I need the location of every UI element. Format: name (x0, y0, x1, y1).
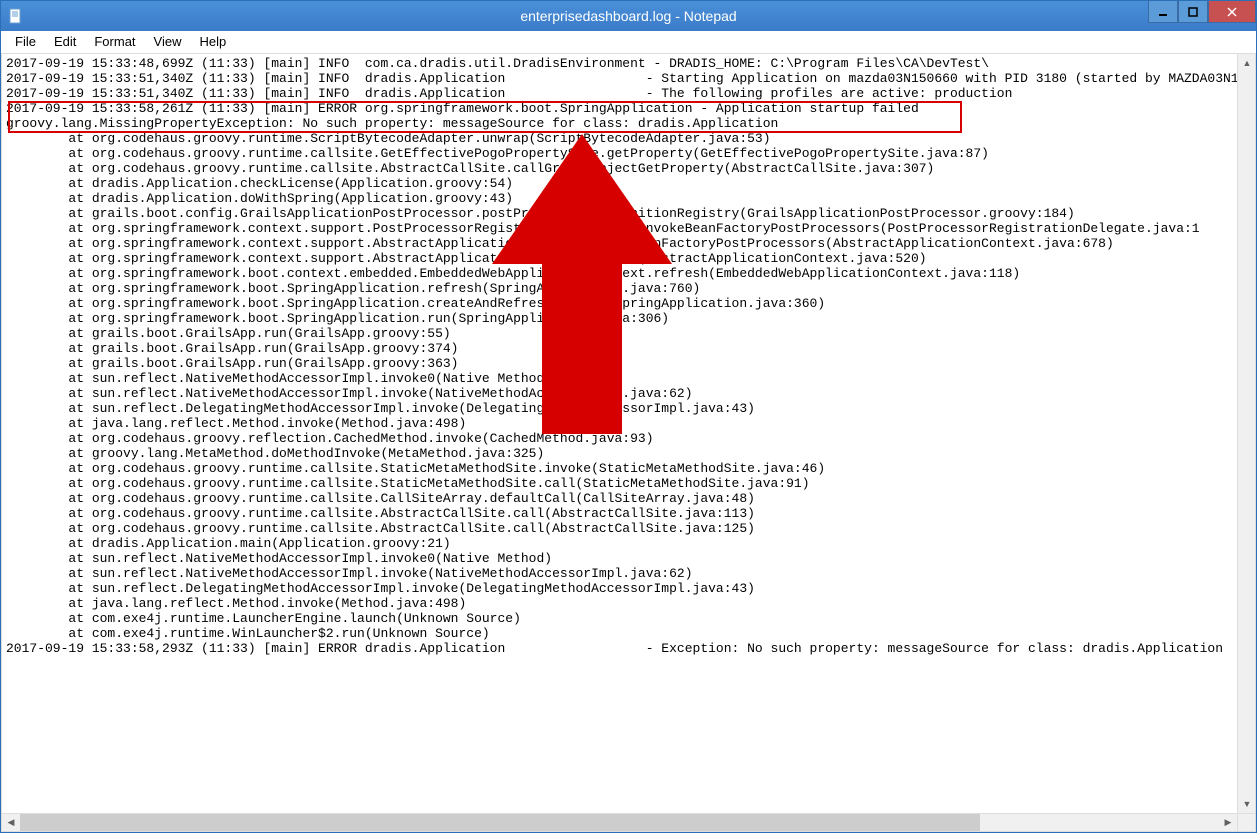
title-bar[interactable]: enterprisedashboard.log - Notepad (1, 1, 1256, 31)
vertical-scrollbar[interactable]: ▲ ▼ (1237, 54, 1255, 813)
scrollbar-corner (1237, 813, 1255, 831)
menu-file[interactable]: File (7, 32, 44, 51)
menu-view[interactable]: View (146, 32, 190, 51)
app-icon (7, 7, 25, 25)
window-title: enterprisedashboard.log - Notepad (520, 8, 736, 24)
minimize-button[interactable] (1148, 1, 1178, 23)
scroll-up-button[interactable]: ▲ (1238, 54, 1256, 72)
menu-format[interactable]: Format (86, 32, 143, 51)
scroll-left-button[interactable]: ◀ (2, 814, 20, 832)
close-button[interactable] (1208, 1, 1256, 23)
notepad-window: enterprisedashboard.log - Notepad File E… (0, 0, 1257, 833)
menu-edit[interactable]: Edit (46, 32, 84, 51)
text-content[interactable]: 2017-09-19 15:33:48,699Z (11:33) [main] … (2, 54, 1237, 813)
editor-area: 2017-09-19 15:33:48,699Z (11:33) [main] … (1, 53, 1256, 832)
window-controls (1148, 1, 1256, 23)
horizontal-scroll-thumb[interactable] (20, 814, 980, 832)
menu-bar: File Edit Format View Help (1, 31, 1256, 53)
menu-help[interactable]: Help (191, 32, 234, 51)
maximize-button[interactable] (1178, 1, 1208, 23)
horizontal-scrollbar[interactable]: ◀ ▶ (2, 813, 1237, 831)
scroll-down-button[interactable]: ▼ (1238, 795, 1256, 813)
scroll-right-button[interactable]: ▶ (1219, 814, 1237, 832)
